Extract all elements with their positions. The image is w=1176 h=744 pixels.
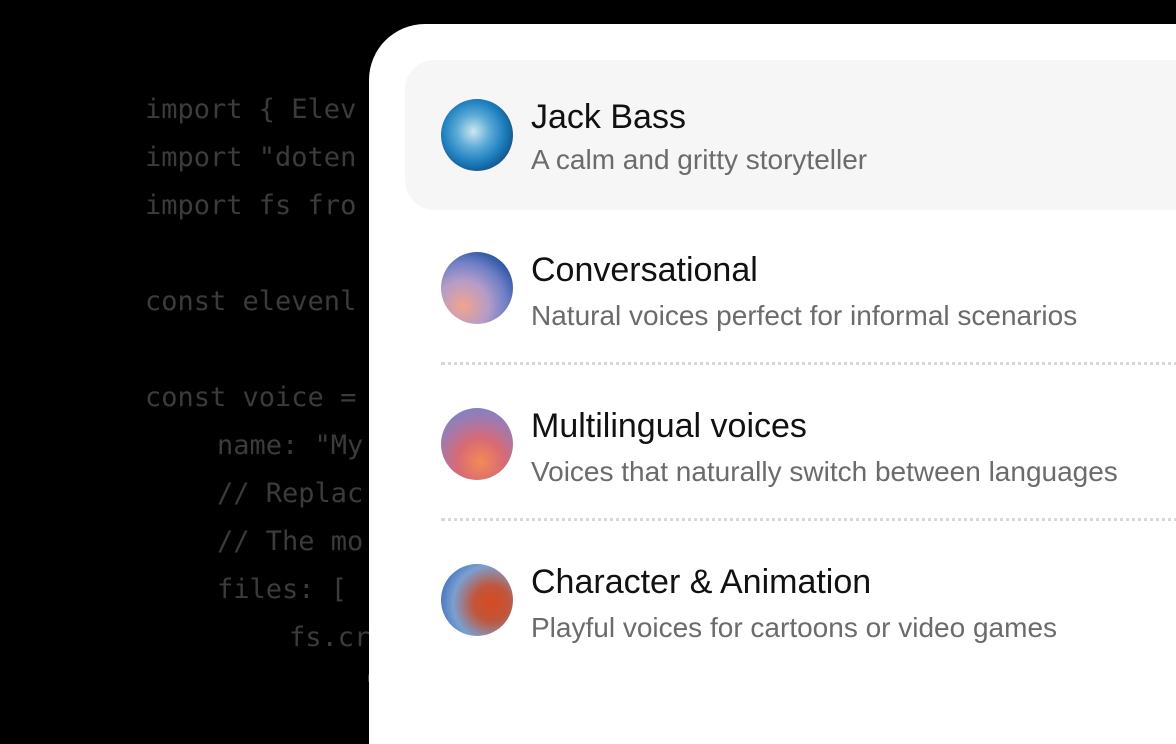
code-line: const elevenl (145, 286, 357, 317)
voice-title: Multilingual voices (531, 407, 807, 445)
code-line: import { Elev (145, 94, 357, 125)
voice-title: Jack Bass (531, 98, 686, 136)
voice-subtitle: A calm and gritty storyteller (531, 144, 868, 175)
voice-subtitle: Natural voices perfect for informal scen… (531, 300, 1078, 331)
list-divider (441, 362, 1176, 365)
code-line: // The mo (217, 526, 364, 557)
voice-title: Character & Animation (531, 563, 872, 601)
code-line: import "doten (145, 142, 357, 173)
code-line: name: "My (217, 430, 364, 461)
list-divider (441, 518, 1176, 521)
voice-subtitle: Voices that naturally switch between lan… (531, 456, 1118, 487)
voice-avatar (441, 99, 513, 171)
voice-library-panel: Jack Bass A calm and gritty storyteller … (369, 24, 1176, 744)
code-line: files: [ (217, 574, 348, 605)
voice-item-conversational[interactable]: Conversational Natural voices perfect fo… (405, 213, 1176, 363)
voice-subtitle: Playful voices for cartoons or video gam… (531, 612, 1058, 643)
voice-avatar (441, 408, 513, 480)
code-line: // Replac (217, 478, 364, 509)
code-line: fs.cr (289, 622, 371, 653)
code-line: const voice = (145, 382, 357, 413)
voice-item-multilingual[interactable]: Multilingual voices Voices that naturall… (405, 369, 1176, 519)
voice-item-jack-bass[interactable]: Jack Bass A calm and gritty storyteller (405, 60, 1176, 210)
voice-avatar (441, 252, 513, 324)
code-line: import fs fro (145, 190, 357, 221)
voice-avatar (441, 564, 513, 636)
voice-title: Conversational (531, 251, 758, 289)
voice-item-character-animation[interactable]: Character & Animation Playful voices for… (405, 525, 1176, 675)
